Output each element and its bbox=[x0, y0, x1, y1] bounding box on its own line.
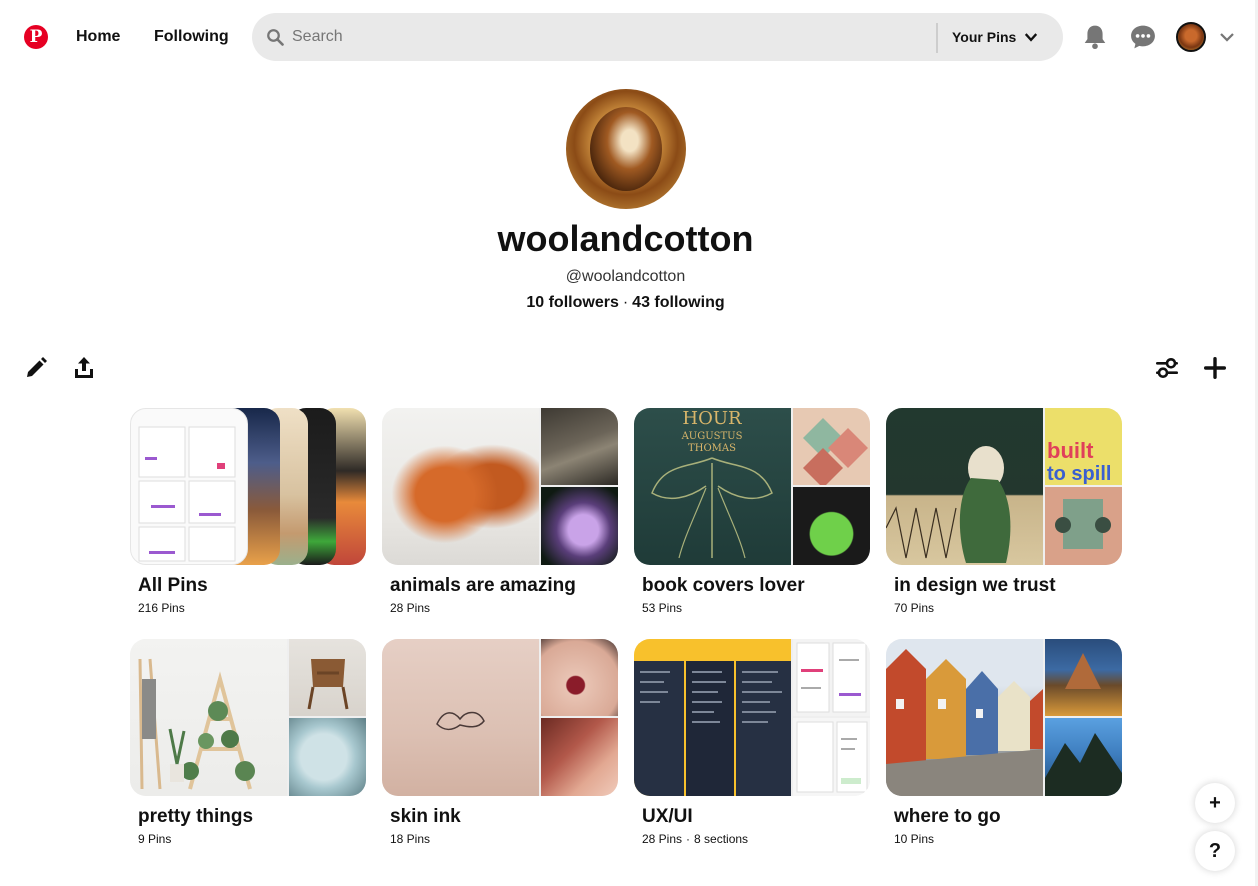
pin-thumbnail bbox=[634, 639, 791, 796]
board-animals-are-amazing[interactable]: animals are amazing 28 Pins bbox=[382, 408, 618, 615]
board-cover: HOUR AUGUSTUS THOMAS bbox=[634, 408, 870, 565]
meta-separator: · bbox=[686, 832, 691, 846]
board-skin-ink[interactable]: skin ink 18 Pins bbox=[382, 639, 618, 846]
board-pin-count: 28 Pins bbox=[390, 601, 431, 615]
search-divider bbox=[936, 23, 938, 53]
board-title: UX/UI bbox=[642, 806, 693, 827]
search-scope-label: Your Pins bbox=[952, 29, 1017, 45]
pin-thumbnail: HOUR AUGUSTUS THOMAS bbox=[634, 408, 791, 565]
pin-thumbnail bbox=[793, 718, 870, 796]
cover-text: built bbox=[1047, 438, 1094, 463]
pin-thumbnail bbox=[289, 639, 366, 716]
pin-thumbnail bbox=[541, 487, 618, 565]
board-title: in design we trust bbox=[894, 575, 1056, 596]
profile-handle: @woolandcotton bbox=[565, 268, 686, 285]
board-where-to-go[interactable]: where to go 10 Pins bbox=[886, 639, 1122, 846]
share-icon[interactable] bbox=[72, 356, 96, 380]
cover-text: HOUR bbox=[682, 408, 742, 429]
cover-text: to spill bbox=[1047, 463, 1111, 485]
pin-thumbnail bbox=[289, 718, 366, 796]
pin-thumbnail bbox=[541, 408, 618, 485]
pin-thumbnail bbox=[541, 718, 618, 796]
pin-thumbnail bbox=[541, 639, 618, 716]
board-title: book covers lover bbox=[642, 575, 805, 596]
board-pin-count: 53 Pins bbox=[642, 601, 683, 615]
help-button[interactable]: ? bbox=[1195, 831, 1235, 871]
user-avatar[interactable] bbox=[1176, 22, 1206, 52]
followers-link[interactable]: 10 followers bbox=[526, 294, 618, 311]
pin-thumbnail: built to spill bbox=[1045, 408, 1122, 485]
nav-following[interactable]: Following bbox=[154, 28, 229, 46]
stats-separator: · bbox=[622, 294, 629, 311]
following-link[interactable]: 43 following bbox=[632, 294, 724, 311]
create-button[interactable]: + bbox=[1195, 783, 1235, 823]
board-cover bbox=[382, 639, 618, 796]
board-ux-ui[interactable]: UX/UI 28 Pins · 8 sections bbox=[634, 639, 870, 846]
board-book-covers-lover[interactable]: HOUR AUGUSTUS THOMAS book covers lover 5… bbox=[634, 408, 870, 615]
board-pin-count: 9 Pins bbox=[138, 832, 172, 846]
board-meta: 28 Pins · 8 sections bbox=[642, 832, 870, 846]
board-cover: built to spill bbox=[886, 408, 1122, 565]
board-title: skin ink bbox=[390, 806, 461, 827]
pin-thumbnail bbox=[1045, 487, 1122, 565]
board-pin-count: 216 Pins bbox=[138, 601, 185, 615]
profile-avatar[interactable] bbox=[566, 89, 686, 209]
board-pin-count: 18 Pins bbox=[390, 832, 431, 846]
board-title: All Pins bbox=[138, 575, 208, 596]
chevron-down-icon bbox=[1025, 33, 1038, 42]
pin-thumbnail bbox=[793, 639, 870, 716]
pin-thumbnail bbox=[130, 639, 287, 796]
board-title: pretty things bbox=[138, 806, 254, 827]
pin-thumbnail bbox=[1045, 718, 1122, 796]
filter-icon[interactable] bbox=[1155, 356, 1179, 380]
cover-text: THOMAS bbox=[688, 443, 736, 454]
board-pin-count: 10 Pins bbox=[894, 832, 935, 846]
profile-name: woolandcotton bbox=[497, 218, 754, 259]
pin-thumbnail bbox=[382, 408, 539, 565]
board-pretty-things[interactable]: pretty things 9 Pins bbox=[130, 639, 366, 846]
search-icon bbox=[267, 29, 284, 46]
search-scope-dropdown[interactable]: Your Pins bbox=[952, 13, 1038, 61]
board-cover bbox=[382, 408, 618, 565]
board-all-pins[interactable]: All Pins 216 Pins bbox=[130, 408, 366, 615]
pinterest-logo[interactable]: P bbox=[24, 25, 48, 49]
plus-icon[interactable] bbox=[1203, 356, 1227, 380]
pin-thumbnail bbox=[130, 408, 248, 565]
board-pin-count: 70 Pins bbox=[894, 601, 935, 615]
search-bar[interactable]: Your Pins bbox=[252, 13, 1063, 61]
board-cover bbox=[634, 639, 870, 796]
bell-icon[interactable] bbox=[1082, 24, 1108, 50]
pin-thumbnail bbox=[886, 408, 1043, 565]
chat-icon[interactable] bbox=[1130, 24, 1156, 50]
board-title: where to go bbox=[894, 806, 1001, 827]
board-cover bbox=[130, 639, 366, 796]
board-pin-count: 28 Pins bbox=[642, 832, 683, 846]
search-input[interactable] bbox=[292, 13, 932, 61]
chevron-down-icon[interactable] bbox=[1218, 28, 1236, 46]
board-title: animals are amazing bbox=[390, 575, 576, 596]
cover-text: AUGUSTUS bbox=[681, 431, 743, 442]
profile-stats: 10 followers · 43 following bbox=[0, 294, 1251, 312]
board-cover bbox=[886, 639, 1122, 796]
pin-thumbnail bbox=[382, 639, 539, 796]
board-section-count: 8 sections bbox=[694, 832, 749, 846]
board-in-design-we-trust[interactable]: built to spill in design we trust 70 Pin… bbox=[886, 408, 1122, 615]
pin-thumbnail bbox=[1045, 639, 1122, 716]
board-cover bbox=[130, 408, 366, 565]
nav-home[interactable]: Home bbox=[76, 28, 120, 46]
pin-thumbnail bbox=[886, 639, 1043, 796]
pencil-icon[interactable] bbox=[24, 356, 48, 380]
pin-thumbnail bbox=[793, 408, 870, 488]
top-nav: P Home Following Your Pins bbox=[0, 0, 1258, 76]
pin-thumbnail bbox=[793, 487, 870, 565]
